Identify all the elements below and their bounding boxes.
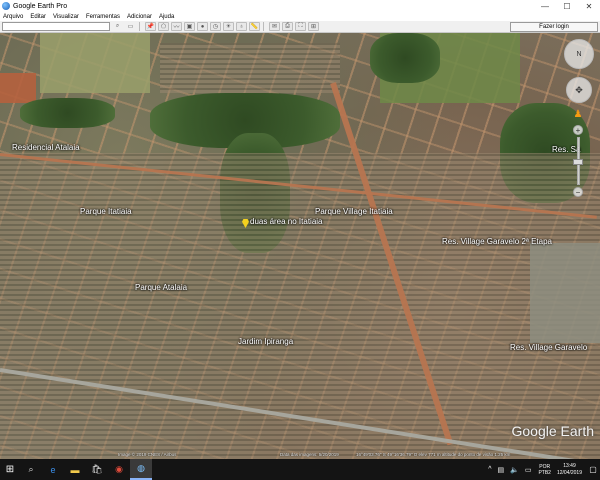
place-label[interactable]: duas área no Itatiaia (250, 217, 323, 226)
forest-area (370, 33, 440, 83)
placemark-icon[interactable]: 📌 (145, 22, 156, 31)
menu-bar: Arquivo Editar Visualizar Ferramentas Ad… (0, 12, 600, 21)
open-field (40, 33, 150, 93)
place-label[interactable]: Parque Itatiaia (80, 207, 132, 216)
toolbar-separator (139, 22, 140, 31)
tray-chevron-icon[interactable]: ^ (488, 466, 491, 473)
clock-time: 13:49 (563, 462, 576, 469)
image-credit: Image © 2019 CNES / Airbus (118, 452, 177, 457)
menu-ferramentas[interactable]: Ferramentas (86, 14, 120, 20)
system-tray: ^ ▤ 🔈 ▭ POR PTB2 13:49 12/04/2019 ▢ (485, 459, 600, 480)
search-icon[interactable]: ⌕ (20, 459, 42, 480)
dirt-area (0, 73, 36, 103)
sun-icon[interactable]: ☀ (223, 22, 234, 31)
compass-icon[interactable]: N (564, 39, 594, 69)
search-input[interactable] (2, 22, 110, 31)
minimize-button[interactable]: — (534, 0, 556, 12)
sidebar-toggle-icon[interactable]: ▭ (125, 22, 136, 31)
toolbar-separator (263, 22, 264, 31)
open-lot (530, 243, 600, 343)
email-icon[interactable]: ✉ (269, 22, 280, 31)
toolbar: ⌕ ▭ 📌 ⬠ 〰 ▣ ● ◷ ☀ ♁ 📏 ✉ ⎙ ⛶ ⊞ Fazer logi… (0, 21, 600, 33)
google-earth-app-icon (2, 2, 10, 10)
zoom-slider-handle[interactable] (573, 159, 583, 165)
windows-taskbar: ⊞ ⌕ e ▬ 🛍 ◉ ◍ ^ ▤ 🔈 ▭ POR PTB2 13:49 12/… (0, 459, 600, 480)
explorer-icon[interactable]: ▬ (64, 459, 86, 480)
google-earth-watermark: Google Earth (511, 423, 595, 439)
zoom-out-button[interactable]: − (573, 187, 583, 197)
path-icon[interactable]: 〰 (171, 22, 182, 31)
historical-imagery-icon[interactable]: ◷ (210, 22, 221, 31)
battery-icon[interactable]: ▭ (525, 466, 532, 474)
title-bar: Google Earth Pro — ☐ ✕ (0, 0, 600, 12)
windows-icon[interactable]: ⊞ (0, 459, 20, 480)
volume-icon[interactable]: 🔈 (510, 466, 519, 474)
image-overlay-icon[interactable]: ▣ (184, 22, 195, 31)
chrome-icon[interactable]: ◉ (108, 459, 130, 480)
pan-control-icon[interactable]: ✥ (566, 77, 592, 103)
zoom-in-button[interactable]: + (573, 125, 583, 135)
menu-editar[interactable]: Editar (30, 14, 46, 20)
google-earth-window: Google Earth Pro — ☐ ✕ Arquivo Editar Vi… (0, 0, 600, 480)
login-button[interactable]: Fazer login (510, 21, 598, 32)
network-icon[interactable]: ▤ (497, 466, 504, 474)
status-bar: Image © 2019 CNES / Airbus Data das imag… (0, 451, 600, 459)
place-label[interactable]: Res. Village Garavelo (510, 343, 587, 352)
clock-date: 12/04/2019 (556, 469, 582, 476)
save-image-icon[interactable]: ⛶ (295, 22, 306, 31)
coordinates-readout: 16°49'03.76" S 49°16'36.79" O elev 771 m… (356, 452, 511, 457)
place-label[interactable]: Residencial Atalaia (12, 143, 80, 152)
place-label[interactable]: Parque Village Itatiaia (315, 207, 393, 216)
record-tour-icon[interactable]: ● (197, 22, 208, 31)
notifications-icon[interactable]: ▢ (586, 465, 600, 474)
place-label[interactable]: Res. Village Garavelo 2ª Etapa (442, 237, 552, 246)
store-icon[interactable]: 🛍 (86, 459, 108, 480)
keyboard-layout: PTB2 (538, 469, 551, 476)
close-button[interactable]: ✕ (578, 0, 600, 12)
edge-icon[interactable]: e (42, 459, 64, 480)
clock[interactable]: 13:49 12/04/2019 (557, 463, 582, 477)
street-view-pegman-icon[interactable]: ♟ (573, 107, 583, 121)
satellite-map-view[interactable]: Residencial Atalaia Parque Itatiaia duas… (0, 33, 600, 459)
forest-area (20, 98, 115, 128)
place-label[interactable]: Parque Atalaia (135, 283, 187, 292)
industrial-blocks (160, 43, 340, 93)
menu-ajuda[interactable]: Ajuda (159, 14, 174, 20)
place-label[interactable]: Jardim Ipiranga (238, 337, 293, 346)
window-title: Google Earth Pro (13, 2, 68, 10)
menu-arquivo[interactable]: Arquivo (3, 14, 23, 20)
polygon-icon[interactable]: ⬠ (158, 22, 169, 31)
google-maps-icon[interactable]: ⊞ (308, 22, 319, 31)
maximize-button[interactable]: ☐ (556, 0, 578, 12)
language-indicator[interactable]: POR PTB2 (538, 464, 551, 476)
menu-adicionar[interactable]: Adicionar (127, 14, 152, 20)
imagery-date: Data das imagens: 5/20/2019 (280, 452, 339, 457)
menu-visualizar[interactable]: Visualizar (53, 14, 79, 20)
print-icon[interactable]: ⎙ (282, 22, 293, 31)
planets-icon[interactable]: ♁ (236, 22, 247, 31)
search-icon[interactable]: ⌕ (112, 22, 123, 31)
ruler-icon[interactable]: 📏 (249, 22, 260, 31)
residential-blocks (0, 153, 600, 459)
navigation-controls: N ✥ ♟ + − (562, 39, 596, 209)
google-earth-icon[interactable]: ◍ (130, 459, 152, 480)
